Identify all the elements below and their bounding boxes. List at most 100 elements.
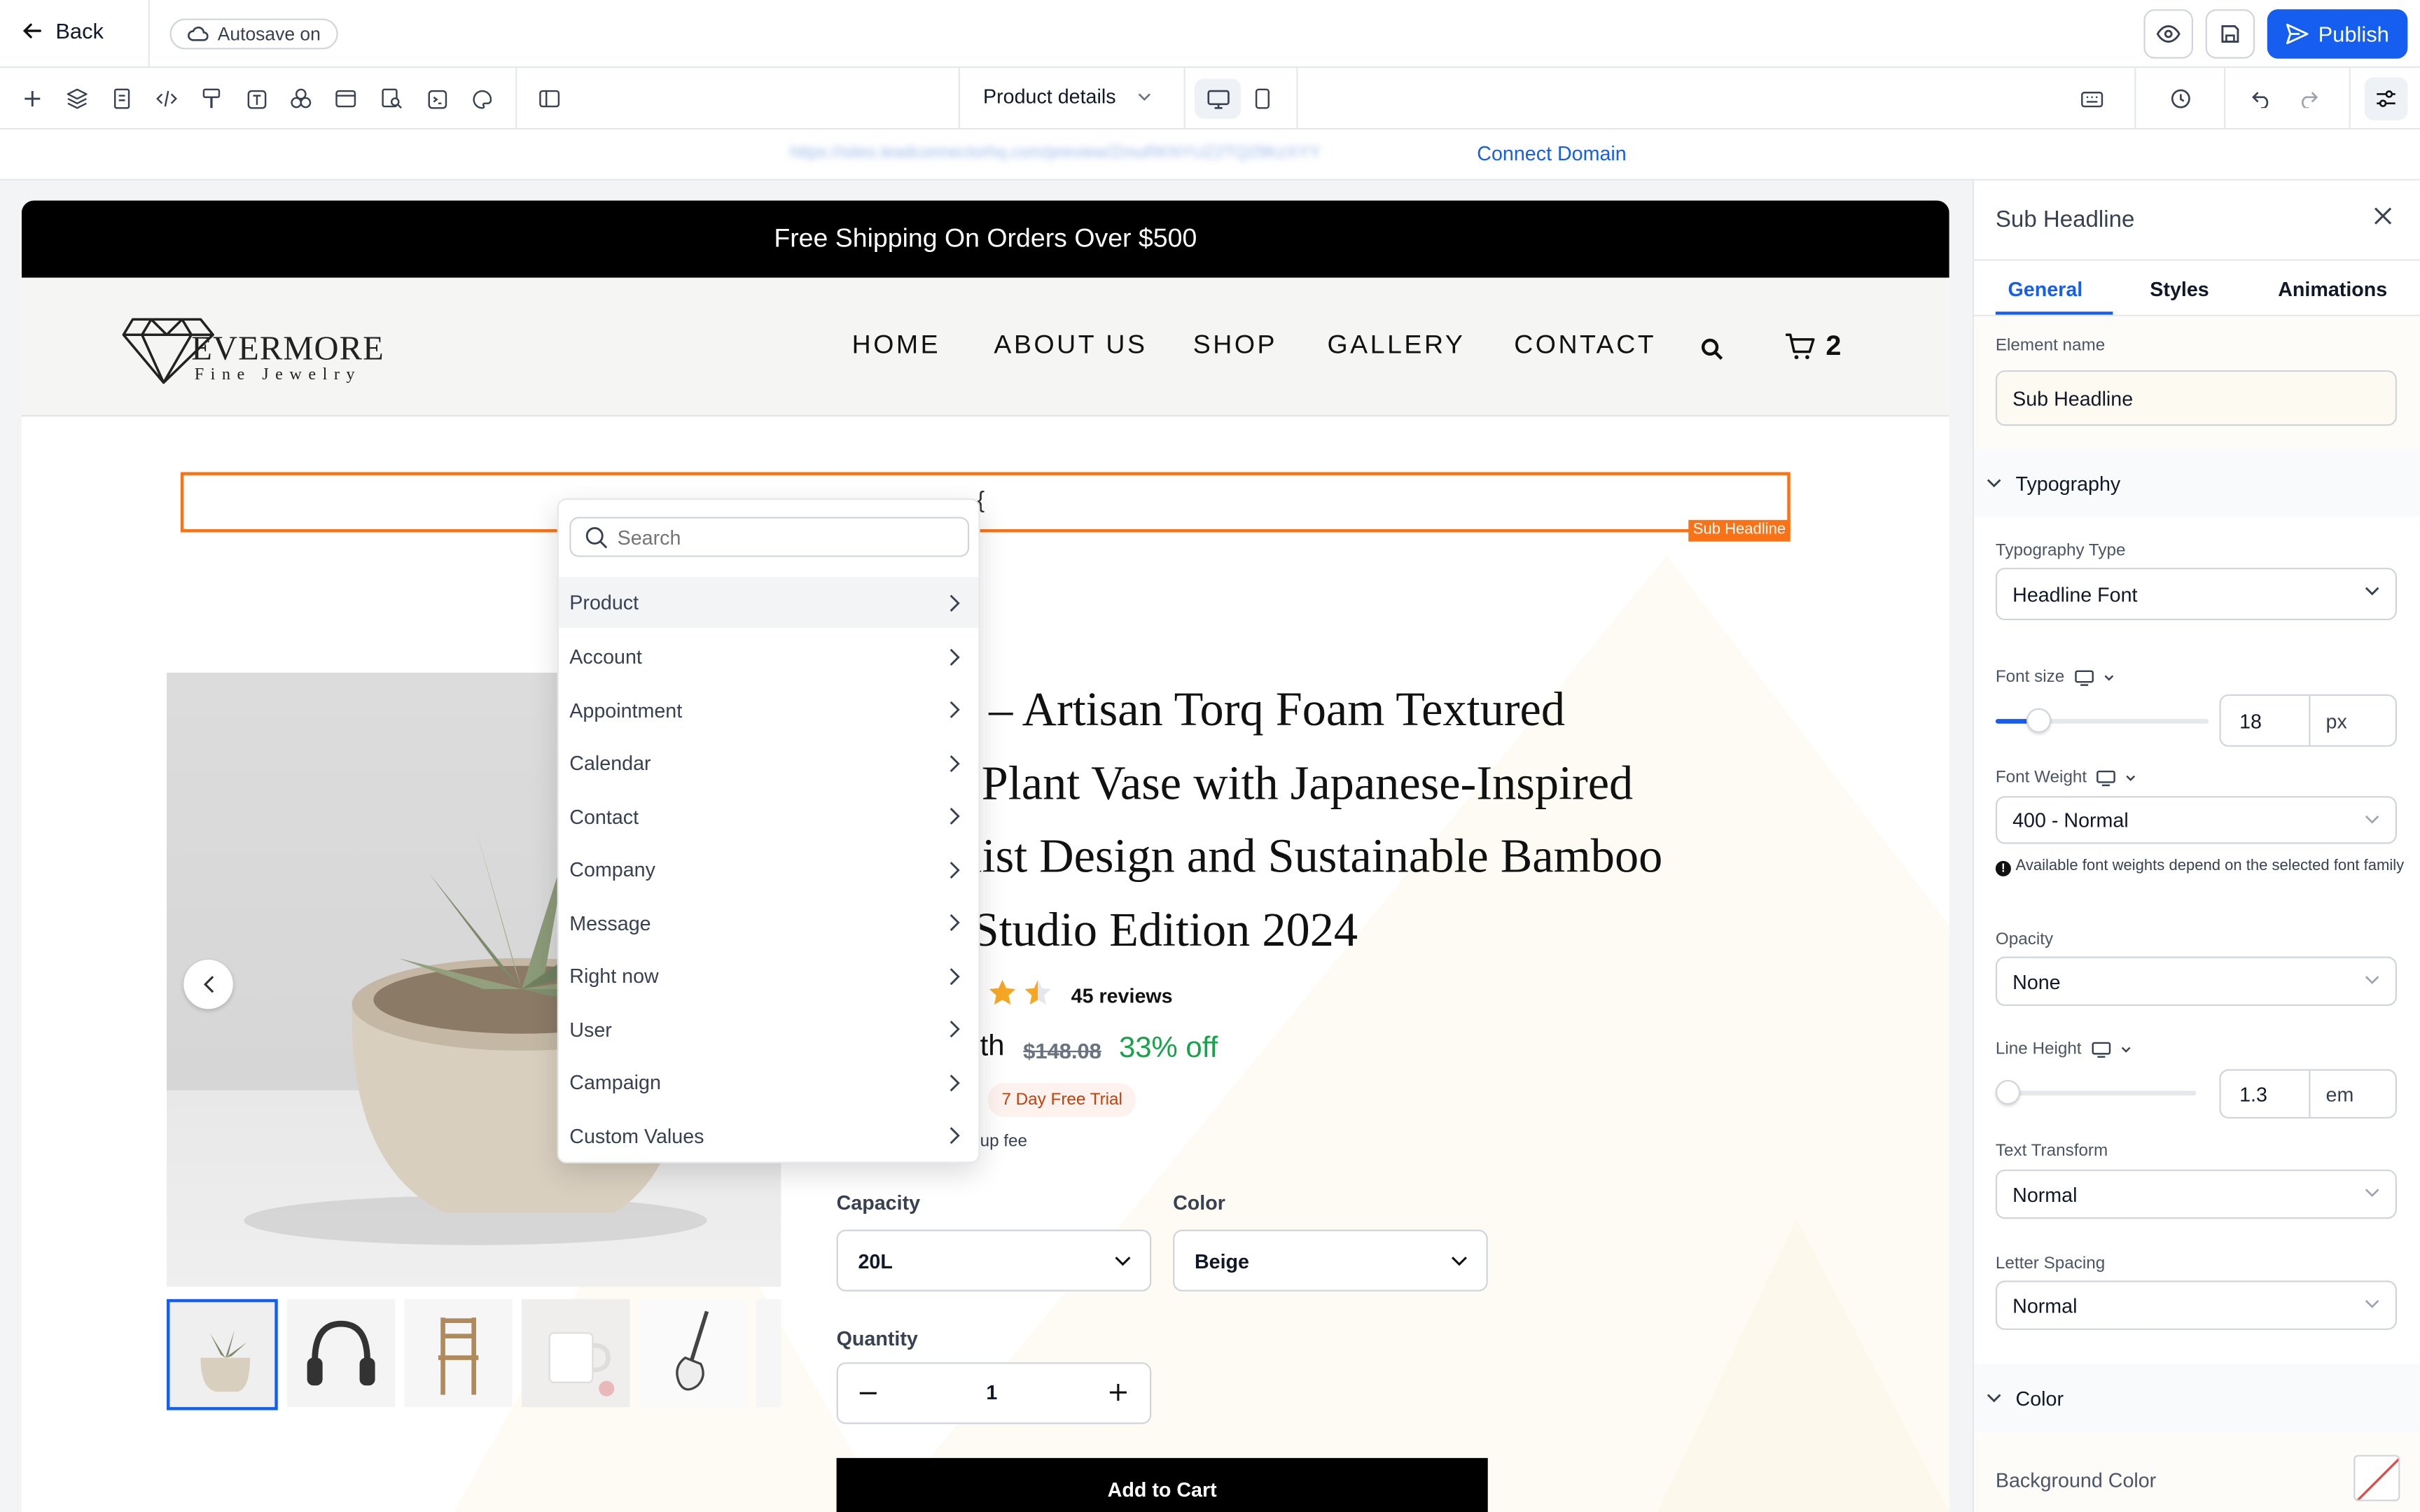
palette-icon[interactable]	[466, 83, 497, 114]
desktop-icon[interactable]	[2096, 769, 2116, 786]
reviews-count[interactable]: 45 reviews	[1071, 984, 1173, 1007]
color-section-header[interactable]: Color	[1974, 1364, 2420, 1432]
preview-button[interactable]	[2143, 9, 2193, 59]
quantity-value[interactable]: 1	[986, 1381, 997, 1404]
font-size-value[interactable]: 18	[2221, 696, 2311, 746]
dropdown-item-calendar[interactable]: Calendar	[559, 736, 979, 789]
font-size-slider[interactable]	[1995, 708, 2209, 733]
plus-icon[interactable]	[1109, 1384, 1127, 1401]
dropdown-item-contact[interactable]: Contact	[559, 790, 979, 842]
undo-icon[interactable]	[2246, 83, 2276, 114]
add-to-cart-button[interactable]: Add to Cart	[836, 1457, 1488, 1512]
carousel-prev-button[interactable]	[183, 959, 233, 1009]
thumbnail-headphones[interactable]	[286, 1298, 396, 1408]
thumbnail-guitar[interactable]	[639, 1298, 747, 1408]
text-icon[interactable]	[241, 83, 272, 114]
eye-icon	[2156, 24, 2181, 43]
element-name-input[interactable]: Sub Headline	[1995, 370, 2397, 426]
text-transform-select[interactable]: Normal	[1995, 1169, 2397, 1219]
page-select[interactable]: Product details	[983, 85, 1151, 108]
desktop-view-button[interactable]	[1194, 78, 1242, 119]
connect-domain-link[interactable]: Connect Domain	[1477, 142, 1626, 165]
add-element-icon[interactable]	[17, 83, 48, 114]
capacity-select[interactable]: 20L	[836, 1229, 1152, 1292]
nav-home[interactable]: HOME	[852, 330, 941, 361]
layers-icon[interactable]	[62, 83, 92, 114]
line-height-value[interactable]: 1.3	[2221, 1070, 2311, 1117]
nav-gallery[interactable]: GALLERY	[1328, 330, 1466, 361]
nav-contact[interactable]: CONTACT	[1514, 330, 1656, 361]
color-select[interactable]: Beige	[1173, 1229, 1488, 1292]
line-height-unit[interactable]: em	[2311, 1071, 2354, 1117]
chevron-down-icon[interactable]	[2120, 1045, 2131, 1053]
font-size-slider-handle[interactable]	[2026, 708, 2051, 733]
page-search-icon[interactable]	[377, 83, 408, 114]
dropdown-item-appointment[interactable]: Appointment	[559, 683, 979, 736]
pages-icon[interactable]	[106, 83, 137, 114]
desktop-icon[interactable]	[2091, 1041, 2111, 1058]
opacity-select[interactable]: None	[1995, 956, 2397, 1007]
sliders-icon	[2375, 90, 2397, 108]
font-weight-label: Font Weight	[1995, 768, 2087, 788]
chevron-down-icon[interactable]	[2125, 774, 2136, 781]
dropdown-item-custom-values[interactable]: Custom Values	[559, 1110, 979, 1162]
columns-icon[interactable]	[534, 83, 565, 114]
site-logo[interactable]: EVERMORE Fine Jewelry	[120, 305, 384, 388]
dropdown-search[interactable]	[569, 517, 970, 557]
chevron-down-icon[interactable]	[2103, 673, 2113, 681]
settings-panel-button[interactable]	[2364, 77, 2408, 120]
font-size-unit[interactable]: px	[2311, 696, 2347, 746]
keyboard-icon[interactable]	[2075, 83, 2106, 114]
product-title: rt – Artisan Torq Foam Textured Plant Va…	[947, 673, 1662, 966]
paint-roller-icon[interactable]	[196, 83, 227, 114]
line-height-input[interactable]: 1.3 em	[2219, 1069, 2397, 1119]
line-height-label: Line Height	[1995, 1040, 2082, 1058]
minus-icon[interactable]	[859, 1392, 877, 1394]
letter-spacing-select[interactable]: Normal	[1995, 1280, 2397, 1330]
thumbnail-chair[interactable]	[404, 1298, 513, 1408]
dropdown-item-campaign[interactable]: Campaign	[559, 1056, 979, 1109]
preview-url[interactable]: https://sites.leadconnectorhq.com/previe…	[790, 144, 1320, 162]
background-color-swatch[interactable]	[2353, 1455, 2400, 1502]
color-value: Beige	[1194, 1249, 1249, 1273]
code-icon[interactable]	[151, 83, 182, 114]
dropdown-item-account[interactable]: Account	[559, 630, 979, 682]
typography-section-header[interactable]: Typography	[1974, 449, 2420, 517]
thumbnail-plant[interactable]	[167, 1298, 278, 1410]
cart-icon[interactable]	[1784, 333, 1815, 361]
line-height-slider[interactable]	[1995, 1079, 2197, 1105]
shapes-icon[interactable]	[286, 83, 317, 114]
font-size-input[interactable]: 18 px	[2219, 694, 2397, 747]
terminal-icon[interactable]	[422, 83, 452, 114]
nav-about-us[interactable]: ABOUT US	[994, 330, 1147, 361]
autosave-badge[interactable]: Autosave on	[169, 18, 338, 50]
section-icon[interactable]	[331, 83, 361, 114]
typography-type-select[interactable]: Headline Font	[1995, 568, 2397, 621]
thumbnail-mug[interactable]	[521, 1298, 630, 1408]
save-button[interactable]	[2205, 9, 2255, 59]
line-height-slider-handle[interactable]	[1995, 1079, 2021, 1105]
dropdown-item-right-now[interactable]: Right now	[559, 950, 979, 1002]
search-icon[interactable]	[1701, 338, 1724, 361]
nav-shop[interactable]: SHOP	[1193, 330, 1277, 361]
dropdown-item-product[interactable]: Product	[558, 577, 979, 629]
font-weight-select[interactable]: 400 - Normal	[1995, 796, 2397, 844]
tab-animations[interactable]: Animations	[2278, 278, 2387, 301]
mobile-view-icon[interactable]	[1247, 83, 1278, 114]
redo-icon[interactable]	[2292, 83, 2323, 114]
dropdown-item-user[interactable]: User	[559, 1003, 979, 1056]
history-icon[interactable]	[2165, 83, 2196, 114]
dropdown-search-input[interactable]	[617, 525, 926, 549]
back-button[interactable]: Back	[22, 18, 104, 43]
info-icon: !	[1995, 860, 2011, 876]
tab-styles[interactable]: Styles	[2150, 278, 2209, 301]
desktop-icon[interactable]	[2073, 668, 2094, 685]
thumbnail-partial[interactable]	[756, 1298, 781, 1408]
dropdown-item-message[interactable]: Message	[559, 897, 979, 949]
tab-general[interactable]: General	[2008, 278, 2083, 301]
close-icon[interactable]	[2374, 206, 2392, 225]
sub-headline-element[interactable]: { Sub Headline	[180, 472, 1790, 542]
dropdown-item-company[interactable]: Company	[559, 844, 979, 896]
line-height-label-row: Line Height	[1996, 1040, 2131, 1058]
publish-button[interactable]: Publish	[2267, 9, 2408, 59]
